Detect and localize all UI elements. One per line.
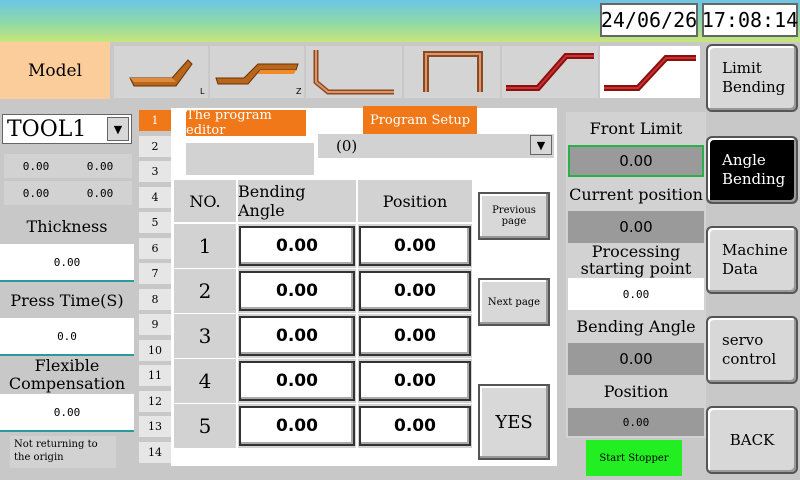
processing-start-label: Processing starting point	[568, 243, 704, 277]
back-button[interactable]: BACK	[706, 406, 798, 474]
shape-angle-bend[interactable]	[306, 46, 402, 98]
bending-angle-input[interactable]: 0.00	[239, 226, 355, 266]
tool-select-value: TOOL1	[7, 116, 87, 142]
angle-bending-button[interactable]: Angle Bending	[706, 136, 798, 204]
program-tab-6[interactable]: 6	[139, 237, 171, 259]
position-input[interactable]: 0.00	[359, 406, 471, 446]
tool-value-1: 0.00	[4, 154, 68, 178]
tool-value-4: 0.00	[68, 181, 132, 205]
program-tab-11[interactable]: 11	[139, 365, 171, 386]
program-tab-3[interactable]: 3	[139, 161, 171, 182]
bending-angle-input[interactable]: 0.00	[239, 361, 355, 401]
position-value: 0.00	[568, 408, 704, 436]
angle-bend-icon	[313, 50, 394, 95]
chevron-down-icon[interactable]: ▼	[530, 135, 552, 155]
u-channel-icon	[423, 51, 483, 92]
row-number: 4	[174, 359, 236, 403]
press-time-input[interactable]: 0.0	[0, 318, 134, 356]
col-header-position: Position	[358, 180, 472, 222]
program-tab-7[interactable]: 7	[139, 263, 171, 284]
program-name-field[interactable]	[186, 143, 314, 175]
position-input[interactable]: 0.00	[359, 226, 471, 266]
time-display: 17:08:14	[702, 3, 798, 37]
bending-angle-label: Bending Angle	[568, 312, 704, 340]
z-bend-icon: Z	[215, 63, 302, 96]
tool-select[interactable]: TOOL1 ▼	[2, 114, 132, 144]
shape-step-bend[interactable]	[502, 46, 598, 98]
previous-page-button[interactable]: Previous page	[478, 192, 550, 240]
program-tab-4[interactable]: 4	[139, 186, 171, 208]
shape-step-bend-selected[interactable]	[600, 46, 700, 98]
front-limit-label: Front Limit	[568, 114, 704, 142]
program-editor-tab[interactable]: The program editor	[186, 108, 306, 138]
col-header-bending-angle: Bending Angle	[238, 180, 356, 222]
step-bend-selected-icon	[604, 55, 696, 91]
thickness-label: Thickness	[26, 217, 108, 236]
tool-value-2: 0.00	[68, 154, 132, 178]
program-select[interactable]: (0) ▼	[318, 134, 554, 158]
position-label: Position	[568, 377, 704, 405]
origin-status: Not returning to the origin	[10, 436, 116, 468]
next-page-button[interactable]: Next page	[478, 278, 550, 326]
program-tab-2[interactable]: 2	[139, 135, 171, 157]
limit-bending-button[interactable]: Limit Bending	[706, 44, 798, 112]
start-stopper-button[interactable]: Start Stopper	[586, 440, 682, 476]
program-tab-5[interactable]: 5	[139, 212, 171, 233]
program-tab-1[interactable]: 1	[139, 110, 171, 131]
row-number: 3	[174, 314, 236, 358]
position-input[interactable]: 0.00	[359, 271, 471, 311]
bending-angle-value: 0.00	[568, 343, 704, 375]
col-header-no: NO.	[174, 180, 236, 222]
front-limit-value: 0.00	[568, 145, 704, 177]
row-number: 2	[174, 269, 236, 313]
shape-u-channel[interactable]	[404, 46, 500, 98]
bending-angle-input[interactable]: 0.00	[239, 271, 355, 311]
processing-start-input[interactable]: 0.00	[568, 278, 704, 310]
flexible-compensation-input[interactable]: 0.00	[0, 394, 134, 432]
program-tab-9[interactable]: 9	[139, 314, 171, 335]
bending-angle-input[interactable]: 0.00	[239, 406, 355, 446]
program-tab-13[interactable]: 13	[139, 416, 171, 437]
date-display: 24/06/26	[600, 3, 698, 37]
step-bend-icon	[506, 53, 594, 91]
current-position-label: Current position	[568, 180, 704, 208]
svg-text:Z: Z	[296, 87, 302, 96]
press-time-label: Press Time(S)	[10, 291, 124, 310]
model-label: Model	[0, 42, 110, 99]
program-tab-14[interactable]: 14	[139, 441, 171, 463]
program-setup-tab[interactable]: Program Setup	[363, 106, 477, 134]
flexible-compensation-label: Flexible Compensation	[8, 356, 126, 393]
row-number: 1	[174, 224, 236, 268]
program-tab-12[interactable]: 12	[139, 390, 171, 412]
position-input[interactable]: 0.00	[359, 361, 471, 401]
chevron-down-icon[interactable]: ▼	[107, 117, 129, 141]
shape-l-bend[interactable]: L	[114, 46, 208, 98]
thickness-input[interactable]: 0.00	[0, 244, 134, 282]
tool-value-3: 0.00	[4, 181, 68, 205]
bending-angle-input[interactable]: 0.00	[239, 316, 355, 356]
row-number: 5	[174, 404, 236, 448]
program-select-value: (0)	[336, 137, 358, 155]
svg-text:L: L	[200, 87, 205, 96]
machine-data-button[interactable]: Machine Data	[706, 226, 798, 294]
program-tab-8[interactable]: 8	[139, 288, 171, 310]
program-tab-10[interactable]: 10	[139, 339, 171, 361]
servo-control-button[interactable]: servo control	[706, 316, 798, 384]
yes-button[interactable]: YES	[478, 384, 550, 460]
current-position-value: 0.00	[568, 211, 704, 243]
shape-z-bend[interactable]: Z	[210, 46, 304, 98]
position-input[interactable]: 0.00	[359, 316, 471, 356]
l-bend-icon: L	[129, 59, 205, 96]
